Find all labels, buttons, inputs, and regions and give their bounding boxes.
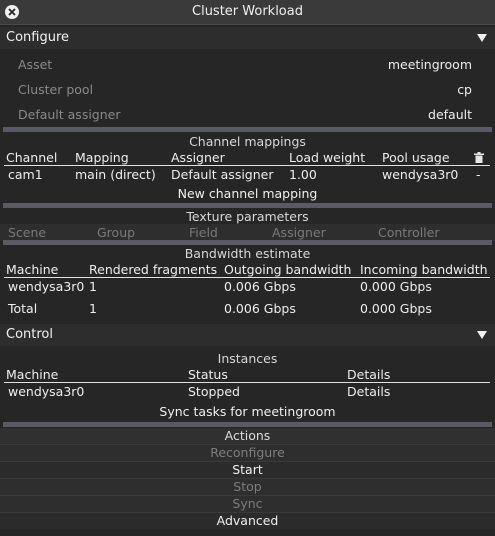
instance-status-cell: Stopped bbox=[188, 384, 240, 399]
col-group: Group bbox=[97, 225, 136, 240]
collapse-arrow-icon[interactable] bbox=[477, 34, 487, 42]
col-pool-usage: Pool usage bbox=[382, 150, 450, 165]
col-details: Details bbox=[347, 367, 391, 382]
col-mapping: Mapping bbox=[75, 150, 129, 165]
reconfigure-button[interactable]: Reconfigure bbox=[0, 445, 495, 461]
bandwidth-fragments-cell: 1 bbox=[89, 279, 97, 294]
col-machine: Machine bbox=[6, 367, 59, 382]
separator bbox=[3, 240, 492, 245]
separator bbox=[3, 127, 492, 132]
header-underline bbox=[4, 382, 490, 383]
bandwidth-outgoing-cell: 0.006 Gbps bbox=[224, 279, 296, 294]
channel-mappings-title: Channel mappings bbox=[189, 134, 306, 149]
configure-label: Configure bbox=[6, 30, 70, 45]
cluster-pool-value[interactable]: cp bbox=[457, 82, 472, 97]
mapping-load-weight-cell[interactable]: 1.00 bbox=[289, 167, 317, 182]
asset-value[interactable]: meetingroom bbox=[388, 57, 472, 72]
actions-title: Actions bbox=[0, 428, 495, 444]
stop-button[interactable]: Stop bbox=[0, 479, 495, 495]
texture-parameters-title: Texture parameters bbox=[186, 209, 309, 224]
header-underline bbox=[4, 165, 490, 166]
col-rendered-fragments: Rendered fragments bbox=[89, 262, 218, 277]
sync-tasks-button[interactable]: Sync tasks for meetingroom bbox=[0, 404, 495, 420]
mapping-pool-usage-cell[interactable]: wendysa3r0 bbox=[382, 167, 458, 182]
configure-header[interactable] bbox=[0, 27, 495, 49]
new-channel-mapping-button[interactable]: New channel mapping bbox=[0, 186, 495, 202]
col-channel: Channel bbox=[6, 150, 58, 165]
col-assigner: Assigner bbox=[272, 225, 326, 240]
mapping-assigner-cell[interactable]: Default assigner bbox=[171, 167, 274, 182]
control-label: Control bbox=[6, 327, 53, 342]
col-scene: Scene bbox=[8, 225, 47, 240]
bandwidth-incoming-cell: 0.000 Gbps bbox=[360, 279, 432, 294]
col-outgoing-bandwidth: Outgoing bandwidth bbox=[224, 262, 352, 277]
bandwidth-machine-cell: wendysa3r0 bbox=[8, 279, 85, 294]
col-load-weight: Load weight bbox=[289, 150, 366, 165]
sync-button[interactable]: Sync bbox=[0, 496, 495, 512]
col-assigner: Assigner bbox=[171, 150, 225, 165]
default-assigner-value[interactable]: default bbox=[428, 107, 472, 122]
collapse-arrow-icon[interactable] bbox=[477, 331, 487, 339]
mapping-mapping-cell[interactable]: main (direct) bbox=[75, 167, 156, 182]
instances-title: Instances bbox=[217, 351, 278, 366]
bandwidth-estimate-title: Bandwidth estimate bbox=[184, 246, 311, 261]
col-field: Field bbox=[189, 225, 218, 240]
separator bbox=[3, 203, 492, 208]
col-controller: Controller bbox=[378, 225, 440, 240]
mapping-extra-cell: - bbox=[476, 167, 481, 182]
header-underline bbox=[4, 277, 490, 278]
separator bbox=[3, 422, 492, 427]
col-machine: Machine bbox=[6, 262, 59, 277]
window-title: Cluster Workload bbox=[192, 4, 303, 19]
instance-details-link[interactable]: Details bbox=[347, 384, 390, 399]
col-incoming-bandwidth: Incoming bandwidth bbox=[360, 262, 488, 277]
trash-icon[interactable] bbox=[474, 151, 484, 163]
cluster-pool-label: Cluster pool bbox=[18, 82, 94, 97]
bandwidth-total-incoming: 0.000 Gbps bbox=[360, 301, 432, 316]
bandwidth-total-outgoing: 0.006 Gbps bbox=[224, 301, 296, 316]
mapping-channel-cell[interactable]: cam1 bbox=[8, 167, 43, 182]
default-assigner-label: Default assigner bbox=[18, 107, 121, 122]
start-button[interactable]: Start bbox=[0, 462, 495, 478]
advanced-button[interactable]: Advanced bbox=[0, 513, 495, 529]
bandwidth-total-label: Total bbox=[8, 301, 38, 316]
bandwidth-total-fragments: 1 bbox=[89, 301, 97, 316]
col-status: Status bbox=[188, 367, 228, 382]
instance-machine-cell: wendysa3r0 bbox=[8, 384, 85, 399]
control-header[interactable] bbox=[0, 324, 495, 346]
asset-label: Asset bbox=[18, 57, 53, 72]
